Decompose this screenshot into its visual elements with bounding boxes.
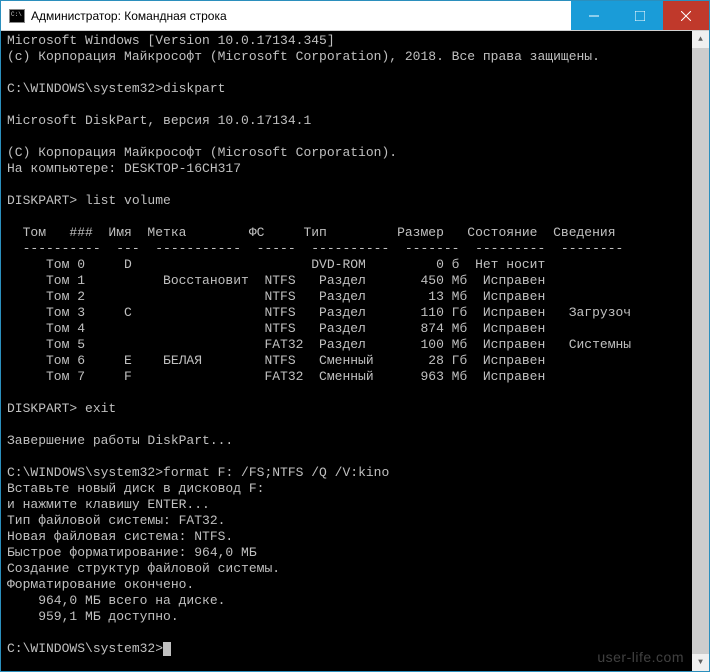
line: 959,1 МБ доступно. <box>7 609 179 624</box>
cursor <box>163 642 171 656</box>
maximize-button[interactable] <box>617 1 663 30</box>
terminal-output[interactable]: Microsoft Windows [Version 10.0.17134.34… <box>1 31 692 671</box>
prompt: C:\WINDOWS\system32> <box>7 641 163 656</box>
line: Microsoft Windows [Version 10.0.17134.34… <box>7 33 335 48</box>
window-title: Администратор: Командная строка <box>31 9 571 23</box>
table-row: Том 5 FAT32 Раздел 100 Мб Исправен Систе… <box>7 337 631 352</box>
table-row: Том 1 Восстановит NTFS Раздел 450 Мб Исп… <box>7 273 545 288</box>
titlebar[interactable]: Администратор: Командная строка <box>1 1 709 31</box>
cmd-icon <box>9 9 25 23</box>
line: На компьютере: DESKTOP-16CH317 <box>7 161 241 176</box>
scrollbar-thumb[interactable] <box>692 48 709 654</box>
command: list volume <box>85 193 171 208</box>
scroll-down-icon[interactable]: ▼ <box>692 654 709 671</box>
table-header: Том ### Имя Метка ФС Тип Размер Состояни… <box>7 225 616 240</box>
table-separator: ---------- --- ----------- ----- -------… <box>7 241 623 256</box>
prompt: DISKPART> <box>7 401 85 416</box>
terminal-area: Microsoft Windows [Version 10.0.17134.34… <box>1 31 709 671</box>
table-row: Том 0 D DVD-ROM 0 б Нет носит <box>7 257 545 272</box>
table-row: Том 7 F FAT32 Сменный 963 Мб Исправен <box>7 369 545 384</box>
close-icon <box>681 11 691 21</box>
maximize-icon <box>635 11 645 21</box>
table-row: Том 6 E БЕЛАЯ NTFS Сменный 28 Гб Исправе… <box>7 353 545 368</box>
line: (C) Корпорация Майкрософт (Microsoft Cor… <box>7 145 397 160</box>
command: format F: /FS;NTFS /Q /V:kino <box>163 465 389 480</box>
window-controls <box>571 1 709 30</box>
line: 964,0 МБ всего на диске. <box>7 593 225 608</box>
line: Форматирование окончено. <box>7 577 194 592</box>
vertical-scrollbar[interactable]: ▲ ▼ <box>692 31 709 671</box>
minimize-button[interactable] <box>571 1 617 30</box>
line: Вставьте новый диск в дисковод F: <box>7 481 264 496</box>
table-row: Том 4 NTFS Раздел 874 Мб Исправен <box>7 321 545 336</box>
line: Создание структур файловой системы. <box>7 561 280 576</box>
table-row: Том 3 C NTFS Раздел 110 Гб Исправен Загр… <box>7 305 631 320</box>
table-row: Том 2 NTFS Раздел 13 Мб Исправен <box>7 289 545 304</box>
minimize-icon <box>589 11 599 21</box>
prompt: C:\WINDOWS\system32> <box>7 465 163 480</box>
line: (c) Корпорация Майкрософт (Microsoft Cor… <box>7 49 600 64</box>
prompt: C:\WINDOWS\system32> <box>7 81 163 96</box>
scroll-up-icon[interactable]: ▲ <box>692 31 709 48</box>
command: diskpart <box>163 81 225 96</box>
close-button[interactable] <box>663 1 709 30</box>
cmd-window: Администратор: Командная строка Microsof… <box>0 0 710 672</box>
prompt: DISKPART> <box>7 193 85 208</box>
line: Тип файловой системы: FAT32. <box>7 513 225 528</box>
line: Завершение работы DiskPart... <box>7 433 233 448</box>
line: Новая файловая система: NTFS. <box>7 529 233 544</box>
line: Быстрое форматирование: 964,0 МБ <box>7 545 257 560</box>
watermark: user-life.com <box>597 649 684 665</box>
line: Microsoft DiskPart, версия 10.0.17134.1 <box>7 113 311 128</box>
command: exit <box>85 401 116 416</box>
line: и нажмите клавишу ENTER... <box>7 497 210 512</box>
